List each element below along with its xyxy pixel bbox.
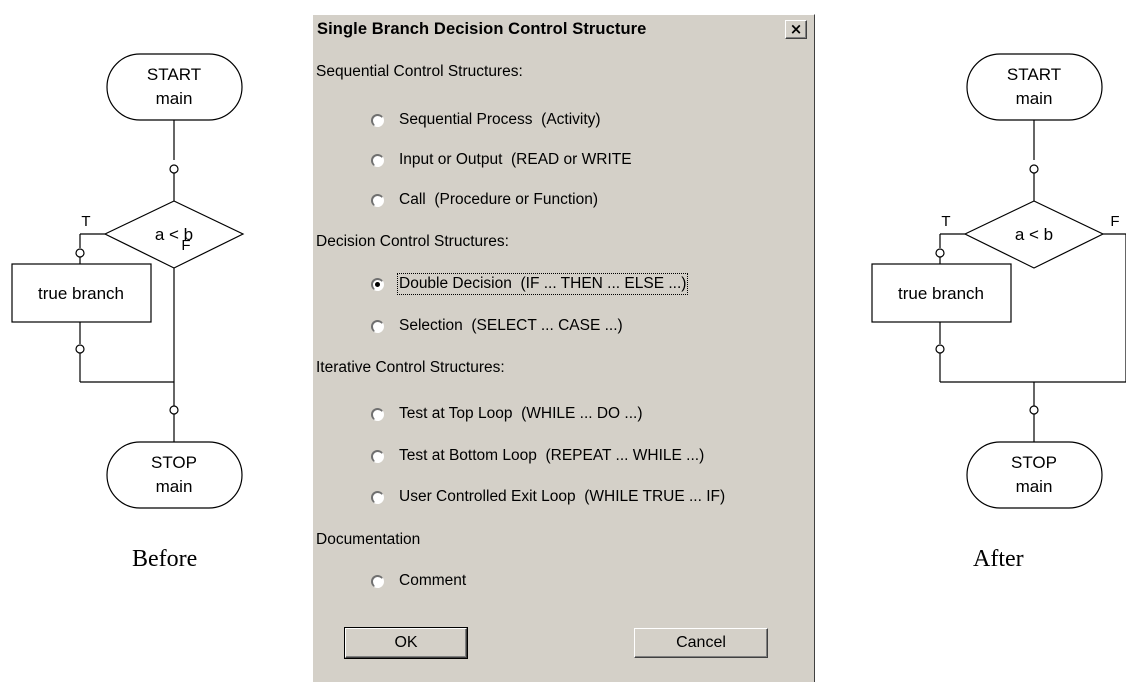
after-branch-label: true branch — [898, 284, 984, 303]
label-test-bottom: Test at Bottom Loop (REPEAT ... WHILE ..… — [399, 447, 705, 464]
after-stop-text: STOP — [1011, 453, 1057, 472]
control-structure-dialog: Single Branch Decision Control Structure… — [312, 14, 815, 682]
before-caption: Before — [132, 546, 198, 572]
after-condition: a < b — [1015, 225, 1053, 244]
before-start-terminal — [106, 53, 243, 121]
dialog-title: Single Branch Decision Control Structure — [317, 20, 647, 38]
after-true-flag: T — [941, 213, 950, 230]
section-documentation: Documentation — [316, 531, 421, 548]
before-flowchart: START main a < b T F true branch STOP ma… — [0, 0, 312, 682]
before-stop-sub: main — [156, 477, 193, 496]
option-call[interactable]: Call (Procedure or Function) — [371, 191, 598, 209]
radio-input-output[interactable] — [371, 153, 384, 167]
radio-sequential-process[interactable] — [371, 113, 384, 127]
radio-selection[interactable] — [371, 319, 384, 333]
label-call: Call (Procedure or Function) — [399, 191, 598, 208]
radio-comment[interactable] — [371, 574, 384, 588]
radio-user-exit[interactable] — [371, 490, 384, 504]
before-stop-terminal — [106, 441, 243, 509]
before-start-text: START — [147, 65, 201, 84]
section-iterative: Iterative Control Structures: — [316, 359, 505, 376]
before-connector — [169, 164, 179, 174]
after-start-text: START — [1007, 65, 1061, 84]
before-true-flag: T — [81, 213, 90, 230]
label-double-decision: Double Decision (IF ... THEN ... ELSE ..… — [396, 273, 689, 295]
option-double-decision[interactable]: Double Decision (IF ... THEN ... ELSE ..… — [371, 273, 689, 295]
option-input-output[interactable]: Input or Output (READ or WRITE — [371, 151, 632, 169]
cancel-button[interactable]: Cancel — [634, 628, 768, 658]
label-sequential-process: Sequential Process (Activity) — [399, 111, 601, 128]
option-comment[interactable]: Comment — [371, 572, 466, 590]
after-stop-terminal — [966, 441, 1103, 509]
after-connector — [935, 344, 945, 354]
before-connector — [169, 405, 179, 415]
before-flowchart-svg: START main a < b T F true branch STOP ma… — [11, 53, 245, 509]
after-caption: After — [973, 546, 1024, 572]
after-false-flag: F — [1110, 213, 1119, 230]
after-start-terminal — [966, 53, 1103, 121]
after-connector — [1029, 405, 1039, 415]
after-start-sub: main — [1016, 89, 1053, 108]
before-stop-text: STOP — [151, 453, 197, 472]
option-test-bottom[interactable]: Test at Bottom Loop (REPEAT ... WHILE ..… — [371, 447, 704, 465]
section-sequential: Sequential Control Structures: — [316, 63, 523, 80]
after-stop-sub: main — [1016, 477, 1053, 496]
ok-button[interactable]: OK — [344, 627, 468, 659]
label-selection: Selection (SELECT ... CASE ...) — [399, 317, 623, 334]
before-connector — [75, 344, 85, 354]
after-connector — [935, 248, 945, 258]
label-user-exit: User Controlled Exit Loop (WHILE TRUE ..… — [399, 488, 726, 505]
option-test-top[interactable]: Test at Top Loop (WHILE ... DO ...) — [371, 405, 643, 423]
after-flowchart: START main a < b T F true branch STOP ma… — [815, 0, 1126, 682]
radio-test-bottom[interactable] — [371, 449, 384, 463]
dialog-titlebar[interactable]: Single Branch Decision Control Structure… — [313, 15, 814, 45]
label-comment: Comment — [399, 572, 467, 589]
label-test-top: Test at Top Loop (WHILE ... DO ...) — [399, 405, 643, 422]
option-selection[interactable]: Selection (SELECT ... CASE ...) — [371, 317, 623, 335]
option-user-exit[interactable]: User Controlled Exit Loop (WHILE TRUE ..… — [371, 488, 725, 506]
radio-call[interactable] — [371, 193, 384, 207]
label-input-output: Input or Output (READ or WRITE — [399, 151, 632, 168]
close-button[interactable]: × — [785, 20, 807, 39]
before-connector — [75, 248, 85, 258]
after-connector — [1029, 164, 1039, 174]
section-decision: Decision Control Structures: — [316, 233, 509, 250]
close-icon: × — [789, 20, 803, 38]
radio-double-decision[interactable] — [371, 277, 384, 291]
option-sequential-process[interactable]: Sequential Process (Activity) — [371, 111, 601, 129]
after-flowchart-svg: START main a < b T F true branch STOP ma… — [871, 53, 1126, 509]
before-branch-label: true branch — [38, 284, 124, 303]
before-false-flag: F — [181, 237, 190, 254]
radio-test-top[interactable] — [371, 407, 384, 421]
before-start-sub: main — [156, 89, 193, 108]
